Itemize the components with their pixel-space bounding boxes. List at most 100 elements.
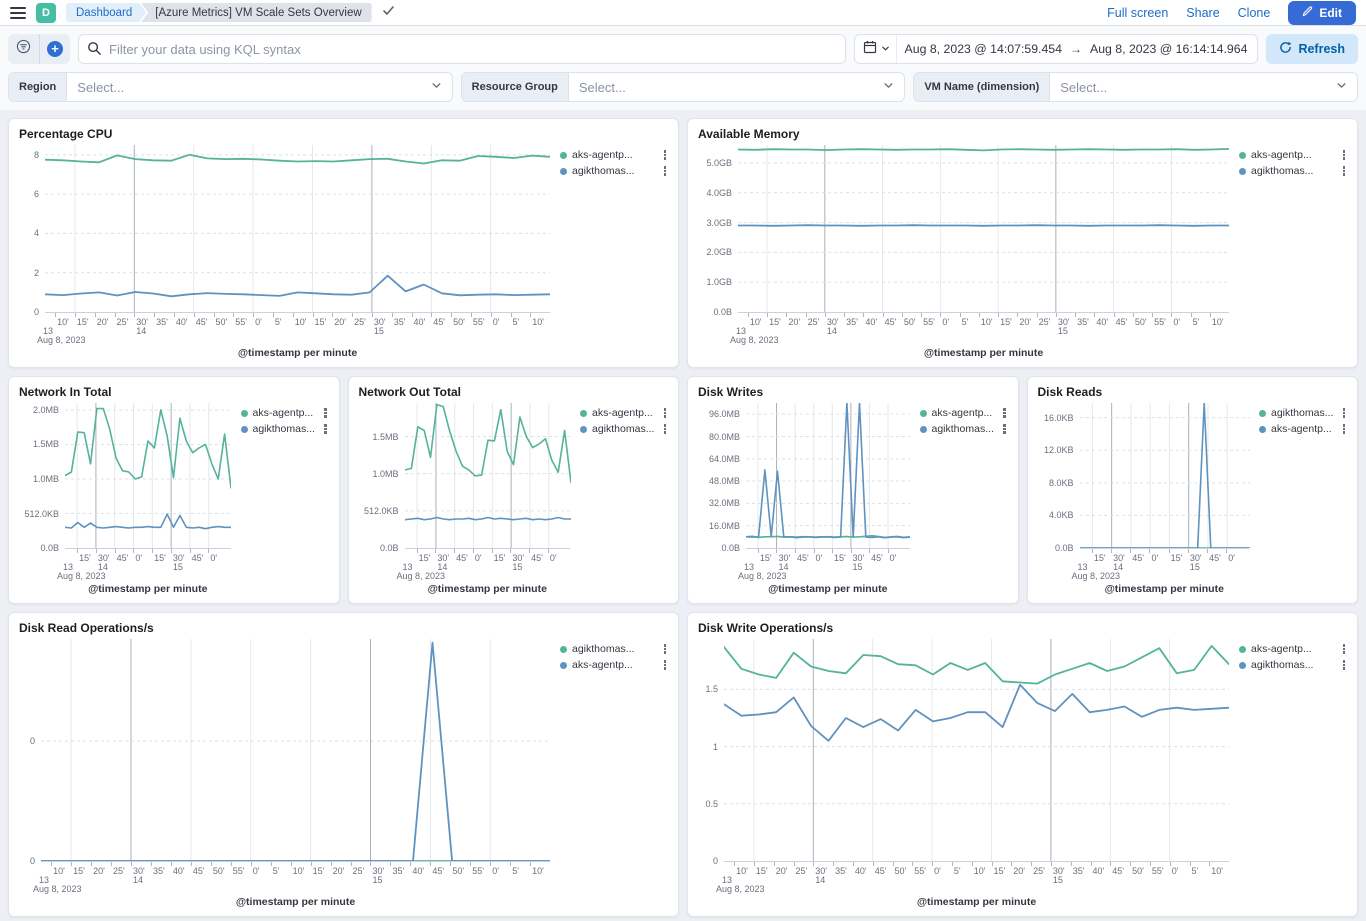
x-tick-mark (1017, 313, 1019, 317)
legend-item[interactable]: aks-agentp... (919, 407, 1008, 419)
x-tick-mark (370, 862, 372, 866)
chevron-down-icon (883, 78, 894, 96)
chart-plot-area[interactable]: 0.0B 4.0KB 8.0KB 12.0KB 16.0KB (1044, 403, 1250, 553)
series-line-green (738, 148, 1229, 152)
x-tick-mark (1110, 862, 1112, 866)
x-hour-label: 14 (133, 875, 144, 885)
series-line-blue (1079, 403, 1250, 548)
legend-options-icon[interactable] (662, 423, 669, 435)
refresh-button[interactable]: Refresh (1266, 34, 1358, 64)
x-tick-mark (51, 862, 53, 866)
breadcrumb-dashboard[interactable]: Dashboard (66, 3, 146, 22)
legend-dot-green (919, 409, 927, 417)
clone-link[interactable]: Clone (1238, 6, 1271, 20)
legend-options-icon[interactable] (322, 407, 329, 419)
edit-button[interactable]: Edit (1288, 0, 1356, 25)
legend-item[interactable]: agikthomas... (240, 423, 329, 435)
legend-item[interactable]: agikthomas... (919, 423, 1008, 435)
y-tick-label: 0.0B (40, 543, 59, 553)
x-axis: 15' 30' 45' 0' 15' 30' 45' 0' 14 15 13 Aug 8, 2023 (1072, 549, 1250, 582)
legend-item[interactable]: agikthomas... (1259, 407, 1347, 419)
x-tick-label: 50' (894, 866, 907, 876)
y-tick-label: 1 (712, 741, 718, 752)
space-avatar[interactable]: D (36, 2, 56, 23)
legend-options-icon[interactable] (1001, 423, 1008, 435)
menu-icon[interactable] (10, 6, 26, 19)
control-region[interactable]: Region Select... (8, 72, 453, 102)
legend-item[interactable]: aks-agentp... (560, 659, 668, 671)
chart-plot-area[interactable]: 0.0B 512.0KB 1.0MB 1.5MB (364, 403, 571, 553)
chart-plot-area[interactable]: 00 (30, 639, 550, 866)
x-tick-mark (1050, 862, 1052, 866)
control-resource-group-value[interactable]: Select... (569, 80, 883, 95)
legend-label: aks-agentp... (1251, 643, 1312, 655)
legend-options-icon[interactable] (1341, 165, 1348, 177)
legend-options-icon[interactable] (1341, 149, 1348, 161)
legend-options-icon[interactable] (1001, 407, 1008, 419)
date-menu-button[interactable] (863, 35, 897, 63)
series-line-green (404, 403, 571, 484)
y-tick-label: 1.0GB (706, 277, 732, 288)
legend-options-icon[interactable] (1341, 659, 1348, 671)
share-link[interactable]: Share (1186, 6, 1219, 20)
y-tick-label: 16.0MB (708, 520, 740, 531)
x-tick-label: 50' (1134, 317, 1147, 327)
x-tick-label: 0' (210, 553, 218, 563)
legend-options-icon[interactable] (662, 659, 669, 671)
legend-item[interactable]: agikthomas... (1239, 659, 1347, 671)
full-screen-link[interactable]: Full screen (1107, 6, 1168, 20)
legend-item[interactable]: agikthomas... (560, 165, 668, 177)
chart-plot-area[interactable]: 0 0.5 1 1.5 (705, 639, 1229, 866)
legend-item[interactable]: aks-agentp... (580, 407, 668, 419)
chart-plot-area[interactable]: 0.0B 1.0GB 2.0GB 3.0GB 4.0GB 5.0GB (706, 145, 1229, 317)
legend-options-icon[interactable] (662, 165, 669, 177)
legend-item[interactable]: aks-agentp... (1239, 643, 1347, 655)
x-tick-label: 10' (53, 866, 65, 876)
panel-title: Disk Read Operations/s (19, 621, 154, 635)
chart-plot-area[interactable]: 0.0B 512.0KB 1.0MB 1.5MB 2.0MB (24, 403, 231, 553)
saved-query-button[interactable] (8, 34, 39, 64)
legend-options-icon[interactable] (1341, 423, 1348, 435)
x-axis: 10' 15' 20' 25' 30' 35' 40' 45' 50' 55' 0' 5' 10' 15'… (37, 313, 550, 346)
legend-options-icon[interactable] (662, 643, 669, 655)
date-to[interactable]: Aug 8, 2023 @ 16:14:14.964 (1090, 42, 1247, 56)
control-vm-name-value[interactable]: Select... (1050, 80, 1336, 95)
x-tick-mark (131, 862, 132, 866)
legend-options-icon[interactable] (1341, 407, 1348, 419)
legend-item[interactable]: aks-agentp... (240, 407, 329, 419)
legend-item[interactable]: agikthomas... (580, 423, 668, 435)
breadcrumb-current[interactable]: [Azure Metrics] VM Scale Sets Overview (141, 3, 372, 22)
control-resource-group[interactable]: Resource Group Select... (460, 72, 906, 102)
control-region-value[interactable]: Select... (67, 80, 430, 95)
control-vm-name[interactable]: VM Name (dimension) Select... (913, 72, 1359, 102)
legend-options-icon[interactable] (662, 407, 669, 419)
x-tick-mark (1190, 313, 1192, 317)
legend-item[interactable]: aks-agentp... (1239, 149, 1347, 161)
date-from[interactable]: Aug 8, 2023 @ 14:07:59.454 (905, 42, 1062, 56)
chart-svg-percentage-cpu (45, 145, 550, 312)
kql-search-input[interactable] (78, 34, 846, 64)
chart-plot-area[interactable]: 0 2 4 6 8 (34, 145, 550, 317)
legend-options-icon[interactable] (1341, 643, 1348, 655)
x-axis-title: @timestamp per minute (768, 583, 888, 595)
chart-plot-area[interactable]: 0.0B 16.0MB 32.0MB 48.0MB 64.0MB 80.0MB 96.0MB (709, 403, 910, 553)
add-filter-button[interactable]: + (39, 34, 70, 64)
legend-label: aks-agentp... (572, 659, 633, 671)
x-tick-mark (887, 549, 889, 553)
legend-item[interactable]: aks-agentp... (560, 149, 668, 161)
x-tick-label: 25' (352, 866, 365, 876)
legend-item[interactable]: agikthomas... (1239, 165, 1347, 177)
x-tick-mark (472, 549, 474, 553)
x-tick-label: 45' (1209, 553, 1221, 563)
x-tick-mark (150, 862, 152, 866)
legend-item[interactable]: agikthomas... (560, 643, 668, 655)
x-tick-mark (470, 862, 472, 866)
x-tick-label: 55' (1154, 317, 1166, 327)
legend-item[interactable]: aks-agentp... (1259, 423, 1347, 435)
legend-options-icon[interactable] (322, 423, 329, 435)
x-tick-label: 40' (1092, 866, 1105, 876)
legend-options-icon[interactable] (662, 149, 669, 161)
x-tick-label: 10' (980, 317, 993, 327)
x-tick-mark (1113, 313, 1115, 317)
x-tick-label: 35' (152, 866, 165, 876)
